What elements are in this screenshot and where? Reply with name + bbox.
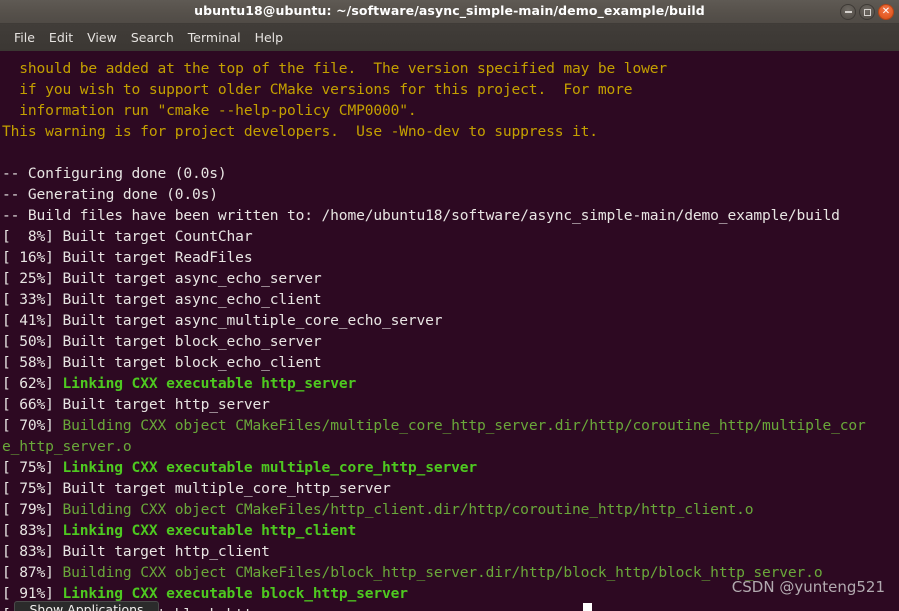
terminal-line-text: -- Build files have been written to: /ho…	[2, 207, 840, 224]
terminal-line-text: Linking CXX executable http_client	[62, 522, 357, 539]
terminal-line-prefix: [ 70%]	[2, 417, 63, 434]
terminal-line-text: [ 83%] Built target http_client	[2, 543, 270, 560]
terminal-line: -- Build files have been written to: /ho…	[0, 205, 899, 226]
terminal-line-text: Building CXX object CMakeFiles/http_clie…	[62, 501, 754, 518]
window-controls: ✕	[840, 4, 894, 20]
terminal-line-text: Linking CXX executable block_http_server	[62, 585, 408, 602]
terminal-line: [ 66%] Built target http_server	[0, 394, 899, 415]
menu-item-help[interactable]: Help	[248, 28, 291, 47]
terminal-line-text: information run "cmake --help-policy CMP…	[2, 102, 417, 119]
terminal-line: This warning is for project developers. …	[0, 121, 899, 142]
terminal-line: e_http_server.o	[0, 436, 899, 457]
terminal-line-text: e_http_server.o	[2, 438, 132, 455]
terminal-line: [ 33%] Built target async_echo_client	[0, 289, 899, 310]
terminal-line-prefix: [ 91%]	[2, 585, 63, 602]
terminal-line: should be added at the top of the file. …	[0, 58, 899, 79]
terminal-line-text: Building CXX object CMakeFiles/block_htt…	[62, 564, 823, 581]
watermark: CSDN @yunteng521	[731, 578, 885, 596]
terminal-line-text: [ 25%] Built target async_echo_server	[2, 270, 322, 287]
terminal-line-text: [ 50%] Built target block_echo_server	[2, 333, 322, 350]
terminal-line-text: Linking CXX executable multiple_core_htt…	[62, 459, 478, 476]
menu-bar: File Edit View Search Terminal Help	[0, 24, 899, 51]
menu-item-edit[interactable]: Edit	[42, 28, 80, 47]
terminal-line: information run "cmake --help-policy CMP…	[0, 100, 899, 121]
terminal-line-prefix: [ 83%]	[2, 522, 63, 539]
menu-item-file[interactable]: File	[7, 28, 42, 47]
terminal-line: -- Generating done (0.0s)	[0, 184, 899, 205]
close-button[interactable]: ✕	[878, 4, 894, 20]
terminal-line-text: Linking CXX executable http_server	[62, 375, 357, 392]
terminal-line: [ 25%] Built target async_echo_server	[0, 268, 899, 289]
terminal-line: [ 75%] Linking CXX executable multiple_c…	[0, 457, 899, 478]
minimize-button[interactable]	[840, 4, 856, 20]
terminal-line-text: [ 58%] Built target block_echo_client	[2, 354, 322, 371]
terminal-line: [ 70%] Building CXX object CMakeFiles/mu…	[0, 415, 899, 436]
terminal-line-text: [ 41%] Built target async_multiple_core_…	[2, 312, 443, 329]
terminal-line: [ 58%] Built target block_echo_client	[0, 352, 899, 373]
terminal-output[interactable]: should be added at the top of the file. …	[0, 51, 899, 611]
terminal-line-text: Building CXX object CMakeFiles/multiple_…	[62, 417, 866, 434]
terminal-line-text: [ 66%] Built target http_server	[2, 396, 270, 413]
terminal-line: [ 79%] Building CXX object CMakeFiles/ht…	[0, 499, 899, 520]
menu-item-terminal[interactable]: Terminal	[181, 28, 248, 47]
terminal-line-text: [ 8%] Built target CountChar	[2, 228, 253, 245]
terminal-line-text: -- Configuring done (0.0s)	[2, 165, 227, 182]
terminal-line: [ 62%] Linking CXX executable http_serve…	[0, 373, 899, 394]
terminal-line-text: if you wish to support older CMake versi…	[2, 81, 633, 98]
terminal-line-prefix: [ 75%]	[2, 459, 63, 476]
show-applications-tooltip[interactable]: Show Applications	[14, 601, 159, 611]
menu-item-view[interactable]: View	[80, 28, 124, 47]
terminal-line: [ 75%] Built target multiple_core_http_s…	[0, 478, 899, 499]
terminal-window: ubuntu18@ubuntu: ~/software/async_simple…	[0, 0, 899, 611]
terminal-line-prefix: [ 79%]	[2, 501, 63, 518]
text-cursor	[583, 603, 592, 611]
terminal-line: [ 16%] Built target ReadFiles	[0, 247, 899, 268]
terminal-line: [ 50%] Built target block_echo_server	[0, 331, 899, 352]
menu-item-search[interactable]: Search	[124, 28, 181, 47]
terminal-line: [ 83%] Built target http_client	[0, 541, 899, 562]
terminal-line-prefix: [ 62%]	[2, 375, 63, 392]
terminal-line: -- Configuring done (0.0s)	[0, 163, 899, 184]
terminal-line-text: [ 33%] Built target async_echo_client	[2, 291, 322, 308]
terminal-line-prefix: [ 87%]	[2, 564, 63, 581]
terminal-line-text: -- Generating done (0.0s)	[2, 186, 218, 203]
terminal-line: if you wish to support older CMake versi…	[0, 79, 899, 100]
terminal-line-text: [ 16%] Built target ReadFiles	[2, 249, 253, 266]
terminal-line: [ 8%] Built target CountChar	[0, 226, 899, 247]
show-applications-label: Show Applications	[29, 602, 144, 611]
title-bar: ubuntu18@ubuntu: ~/software/async_simple…	[0, 0, 899, 24]
terminal-line: [ 83%] Linking CXX executable http_clien…	[0, 520, 899, 541]
terminal-line-text: should be added at the top of the file. …	[2, 60, 667, 77]
terminal-line-text: This warning is for project developers. …	[2, 123, 598, 140]
window-title: ubuntu18@ubuntu: ~/software/async_simple…	[194, 3, 705, 18]
terminal-line-text: [ 75%] Built target multiple_core_http_s…	[2, 480, 391, 497]
terminal-line: [ 41%] Built target async_multiple_core_…	[0, 310, 899, 331]
maximize-button[interactable]	[859, 4, 875, 20]
